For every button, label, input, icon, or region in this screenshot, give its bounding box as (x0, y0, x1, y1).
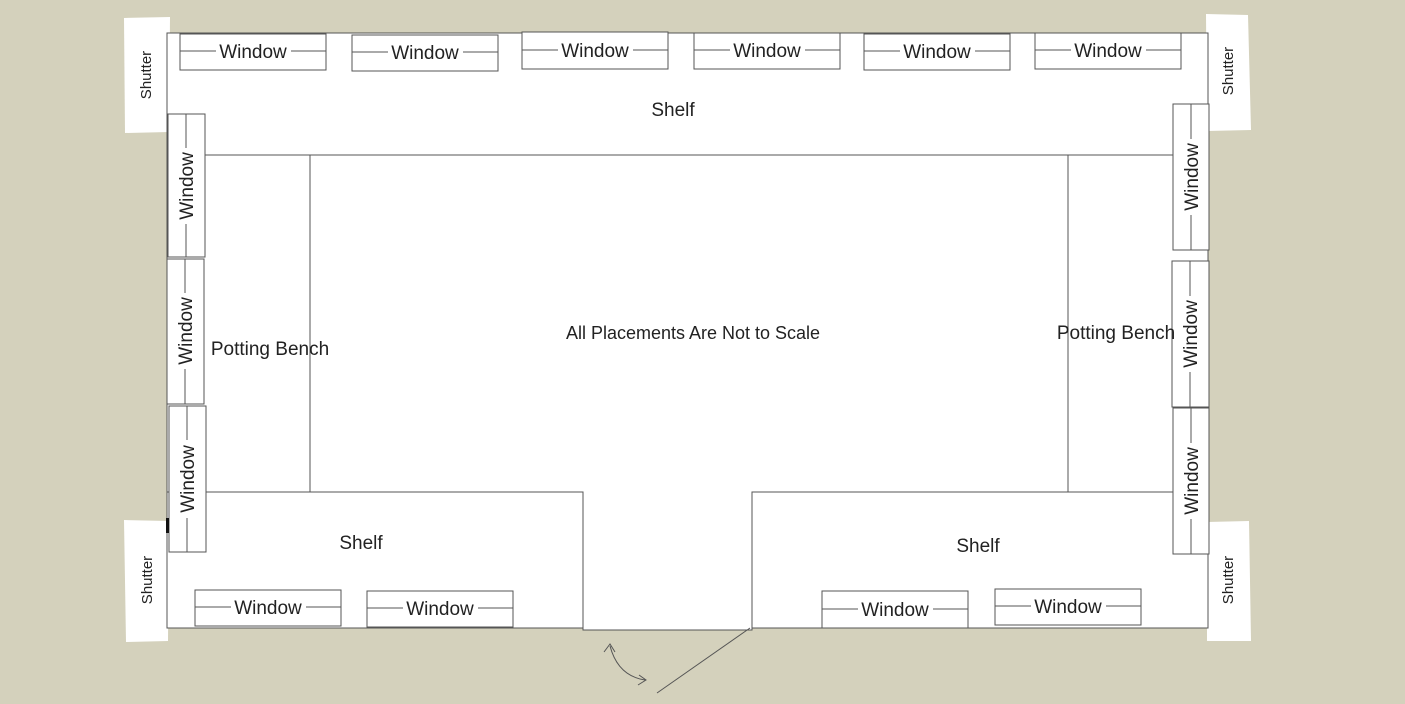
window-bottom-4-label: Window (1034, 597, 1102, 618)
window-bottom-1-label: Window (234, 598, 302, 619)
window-left-1-label: Window (177, 152, 198, 220)
shutter-bottom-left-label: Shutter (139, 556, 156, 604)
top-shelf-label: Shelf (651, 100, 695, 121)
shutter-bottom-right-label: Shutter (1220, 556, 1237, 604)
window-left-3-label: Window (178, 445, 199, 513)
left-potting-bench-label: Potting Bench (211, 339, 329, 360)
scale-note: All Placements Are Not to Scale (566, 323, 820, 343)
greenhouse-floor-plan: Window Window Window Window Window Windo… (124, 14, 1251, 694)
window-right-1-label: Window (1182, 143, 1203, 211)
right-potting-bench-label: Potting Bench (1057, 323, 1175, 344)
door-swing-arrowhead-top (603, 643, 616, 653)
window-right-3-label: Window (1182, 447, 1203, 515)
window-left-2-label: Window (176, 297, 197, 365)
shutter-top-left-label: Shutter (138, 51, 155, 99)
window-top-4-label: Window (733, 41, 801, 62)
window-top-1-label: Window (219, 42, 287, 63)
window-top-5-label: Window (903, 42, 971, 63)
shutter-top-right-label: Shutter (1220, 47, 1237, 95)
window-bottom-2-label: Window (406, 599, 474, 620)
wall-mark (166, 518, 169, 533)
door-swing-icon (609, 645, 646, 681)
window-top-2-label: Window (391, 43, 459, 64)
door (603, 627, 751, 694)
window-top-6-label: Window (1074, 41, 1142, 62)
door-leaf (656, 627, 751, 694)
bottom-right-shelf-label: Shelf (956, 536, 1000, 557)
window-bottom-3-label: Window (861, 600, 929, 621)
window-top-3-label: Window (561, 41, 629, 62)
bottom-left-shelf-label: Shelf (339, 533, 383, 554)
window-right-2-label: Window (1181, 300, 1202, 368)
